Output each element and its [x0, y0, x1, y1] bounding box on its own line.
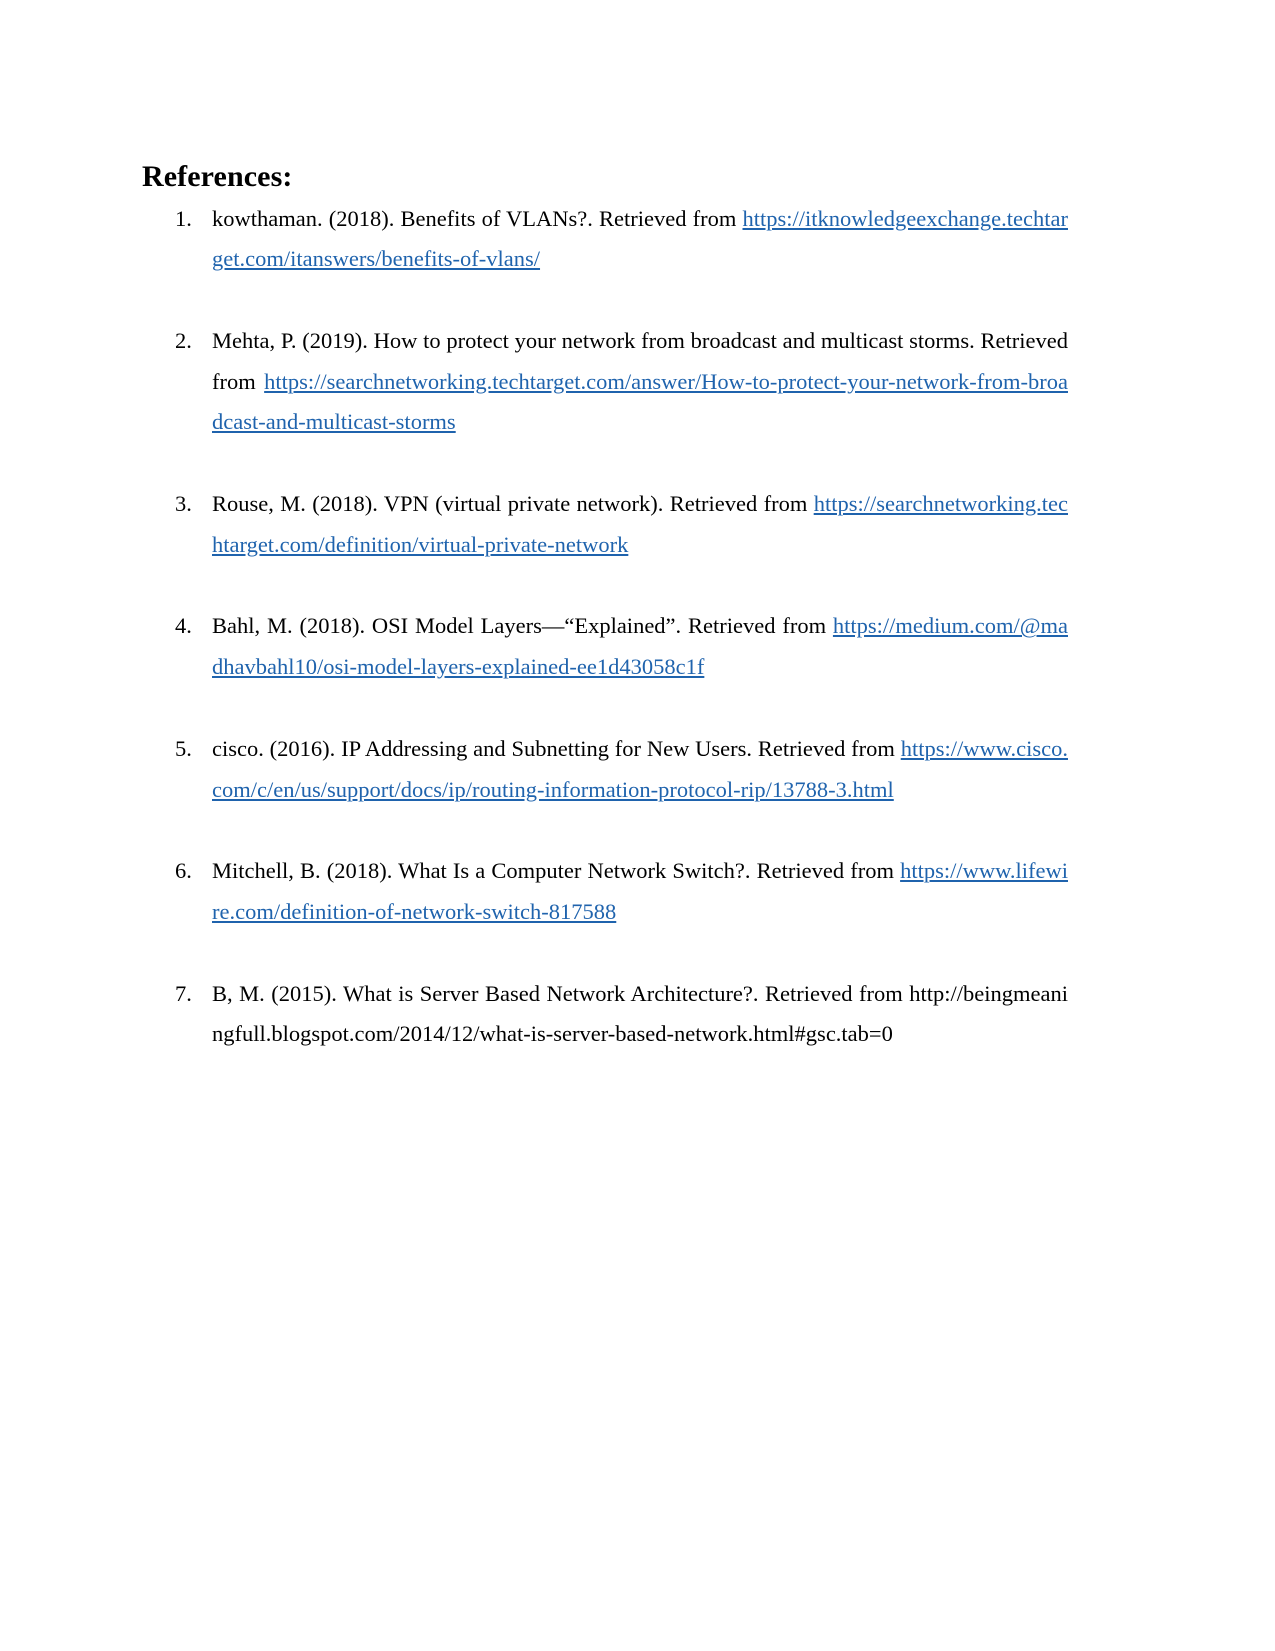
references-section: References: 1. kowthaman. (2018). Benefit…: [142, 160, 1068, 1096]
reference-text: Rouse, M. (2018). VPN (virtual private n…: [212, 484, 1068, 606]
page-title: References:: [142, 160, 293, 193]
reference-number: 1.: [175, 205, 192, 231]
reference-citation: cisco. (2016). IP Addressing and Subnett…: [212, 735, 901, 761]
reference-text: cisco. (2016). IP Addressing and Subnett…: [212, 729, 1068, 851]
reference-citation: Bahl, M. (2018). OSI Model Layers—“Expla…: [212, 613, 833, 639]
reference-entry: 2. Mehta, P. (2019). How to protect your …: [142, 321, 1068, 484]
reference-number: 2.: [175, 327, 192, 353]
reference-citation: Mitchell, B. (2018). What Is a Computer …: [212, 858, 901, 884]
reference-entry: 3. Rouse, M. (2018). VPN (virtual private…: [142, 484, 1068, 606]
reference-text: kowthaman. (2018). Benefits of VLANs?. R…: [212, 199, 1068, 321]
reference-entry: 7. B, M. (2015). What is Server Based Net…: [142, 974, 1068, 1096]
reference-entry: 5. cisco. (2016). IP Addressing and Subne…: [142, 729, 1068, 851]
reference-text: Mitchell, B. (2018). What Is a Computer …: [212, 851, 1068, 973]
reference-entry: 4. Bahl, M. (2018). OSI Model Layers—“Exp…: [142, 606, 1068, 728]
reference-number: 3.: [175, 491, 192, 517]
document-page: References: 1. kowthaman. (2018). Benefit…: [0, 0, 1275, 1651]
reference-text: Bahl, M. (2018). OSI Model Layers—“Expla…: [212, 606, 1068, 728]
reference-number: 5.: [175, 735, 192, 761]
reference-entry: 1. kowthaman. (2018). Benefits of VLANs?.…: [142, 199, 1068, 321]
reference-text: Mehta, P. (2019). How to protect your ne…: [212, 321, 1068, 484]
reference-number: 4.: [175, 613, 192, 639]
reference-citation: Rouse, M. (2018). VPN (virtual private n…: [212, 491, 814, 517]
reference-url-link[interactable]: https://searchnetworking.techtarget.com/…: [212, 369, 1068, 435]
reference-entry: 6. Mitchell, B. (2018). What Is a Compute…: [142, 851, 1068, 973]
reference-number: 6.: [175, 858, 192, 884]
reference-citation: B, M. (2015). What is Server Based Netwo…: [212, 980, 910, 1006]
reference-number: 7.: [175, 980, 192, 1006]
reference-list: 1. kowthaman. (2018). Benefits of VLANs?.…: [142, 199, 1068, 1097]
reference-text: B, M. (2015). What is Server Based Netwo…: [212, 974, 1068, 1096]
reference-citation: kowthaman. (2018). Benefits of VLANs?. R…: [212, 205, 743, 231]
